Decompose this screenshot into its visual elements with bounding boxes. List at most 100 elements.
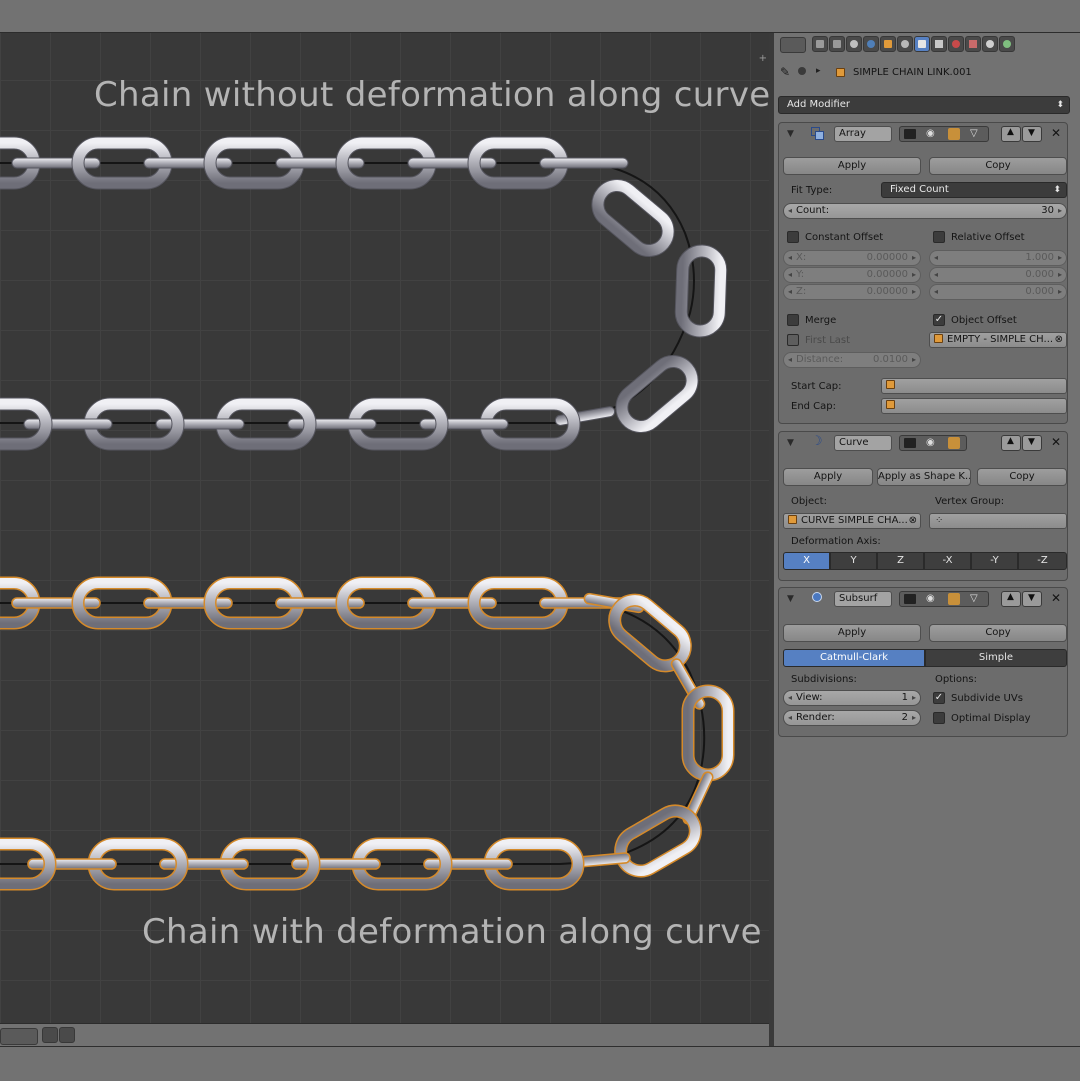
constant-offset-y[interactable]: ◂ Y: 0.00000 ▸ (783, 267, 921, 283)
material-icon[interactable] (948, 36, 964, 52)
cage-icon[interactable]: ▽ (970, 593, 978, 604)
array-copy-button[interactable]: Copy (929, 157, 1067, 175)
eye-icon[interactable]: ◉ (926, 437, 935, 448)
constant-offset-checkbox[interactable] (787, 231, 799, 243)
array-name-field[interactable]: Array (834, 126, 892, 142)
curve-copy-button[interactable]: Copy (977, 468, 1067, 486)
constant-offset-z[interactable]: ◂ Z: 0.00000 ▸ (783, 284, 921, 300)
camera-icon[interactable] (59, 1027, 75, 1043)
subdivide-uvs-checkbox[interactable]: ✓ (933, 692, 945, 704)
collapse-triangle-icon[interactable]: ▼ (787, 438, 794, 448)
axis-neg-z-button[interactable]: -Z (1018, 552, 1067, 570)
bottom-chain-link (275, 597, 365, 609)
edit-mode-icon[interactable] (948, 128, 960, 140)
render-layers-icon[interactable] (829, 36, 845, 52)
offset-object-field[interactable]: EMPTY - SIMPLE CH... ⊗ (929, 332, 1067, 348)
relative-offset-x[interactable]: ◂ 1.000 ▸ (929, 250, 1067, 266)
subsurf-apply-button[interactable]: Apply (783, 624, 921, 642)
axis-neg-x-button[interactable]: -X (924, 552, 971, 570)
subsurf-visibility-toggles: ◉ ▽ (899, 591, 989, 607)
array-apply-button[interactable]: Apply (783, 157, 921, 175)
move-down-icon[interactable]: ▼ (1022, 126, 1042, 142)
move-down-icon[interactable]: ▼ (1022, 435, 1042, 451)
modifier-icon[interactable] (914, 36, 930, 52)
view-levels-field[interactable]: ◂ View: 1 ▸ (783, 690, 921, 706)
object-icon[interactable] (880, 36, 896, 52)
collapse-triangle-icon[interactable]: ▼ (787, 129, 794, 139)
close-icon[interactable]: ✕ (1051, 591, 1061, 605)
camera-icon[interactable] (904, 438, 916, 448)
increment-icon[interactable]: ▸ (1058, 204, 1062, 218)
camera-icon[interactable] (904, 129, 916, 139)
render-levels-field[interactable]: ◂ Render: 2 ▸ (783, 710, 921, 726)
object-offset-checkbox[interactable]: ✓ (933, 314, 945, 326)
physics-icon[interactable] (999, 36, 1015, 52)
decrement-icon[interactable]: ◂ (788, 204, 792, 218)
top-chain-link (419, 418, 509, 430)
edit-mode-icon[interactable] (948, 437, 960, 449)
vertex-group-field[interactable]: ⁘ (929, 513, 1067, 529)
start-cap-field[interactable] (881, 378, 1067, 394)
camera-icon[interactable] (904, 594, 916, 604)
apply-as-shape-button[interactable]: Apply as Shape K... (877, 468, 971, 486)
pin-icon[interactable]: ✎ (780, 65, 790, 79)
eye-icon[interactable]: ◉ (926, 593, 935, 604)
editor-type-icon[interactable] (780, 37, 806, 53)
end-cap-field[interactable] (881, 398, 1067, 414)
plus-icon[interactable]: + (759, 53, 767, 64)
texture-icon[interactable] (965, 36, 981, 52)
top-chain-link (11, 157, 101, 169)
first-last-checkbox[interactable] (787, 334, 799, 346)
render-icon[interactable] (812, 36, 828, 52)
close-icon[interactable]: ✕ (1051, 126, 1061, 140)
axis-y-button[interactable]: Y (830, 552, 877, 570)
move-down-icon[interactable]: ▼ (1022, 591, 1042, 607)
particles-icon[interactable] (982, 36, 998, 52)
axis-x-button[interactable]: X (783, 552, 830, 570)
object-name: SIMPLE CHAIN LINK.001 (853, 67, 972, 78)
curve-object-field[interactable]: CURVE SIMPLE CHA... ⊗ (783, 513, 921, 529)
top-chain-link (155, 418, 245, 430)
move-up-icon[interactable]: ▲ (1001, 126, 1021, 142)
world-icon[interactable] (863, 36, 879, 52)
relative-offset-checkbox[interactable] (933, 231, 945, 243)
merge-distance-field[interactable]: ◂ Distance: 0.0100 ▸ (783, 352, 921, 368)
axis-z-button[interactable]: Z (877, 552, 924, 570)
data-icon[interactable] (931, 36, 947, 52)
constraints-icon[interactable] (897, 36, 913, 52)
simple-button[interactable]: Simple (925, 649, 1067, 667)
edit-mode-icon[interactable] (948, 593, 960, 605)
curve-name-field[interactable]: Curve (834, 435, 892, 451)
move-up-icon[interactable]: ▲ (1001, 435, 1021, 451)
axis-neg-y-button[interactable]: -Y (971, 552, 1018, 570)
viewport-mode-dropdown[interactable] (0, 1028, 38, 1045)
close-icon[interactable]: ✕ (1051, 435, 1061, 449)
chevron-updown-icon: ⬍ (1056, 100, 1064, 110)
relative-offset-y[interactable]: ◂ 0.000 ▸ (929, 267, 1067, 283)
collapse-triangle-icon[interactable]: ▼ (787, 594, 794, 604)
cage-icon[interactable]: ▽ (970, 128, 978, 139)
close-icon[interactable]: ⊗ (1055, 333, 1063, 347)
scene-icon[interactable] (846, 36, 862, 52)
constant-offset-x[interactable]: ◂ X: 0.00000 ▸ (783, 250, 921, 266)
move-up-icon[interactable]: ▲ (1001, 591, 1021, 607)
scene-icon (796, 64, 810, 78)
count-field[interactable]: ◂ Count: 30 ▸ (783, 203, 1067, 219)
curve-apply-button[interactable]: Apply (783, 468, 873, 486)
rel-y-value: 0.000 (1025, 269, 1054, 280)
subsurf-name-field[interactable]: Subsurf (834, 591, 892, 607)
relative-offset-z[interactable]: ◂ 0.000 ▸ (929, 284, 1067, 300)
add-modifier-dropdown[interactable]: Add Modifier ⬍ (778, 96, 1070, 114)
fit-type-dropdown[interactable]: Fixed Count ⬍ (881, 182, 1067, 198)
close-icon[interactable]: ⊗ (909, 514, 917, 528)
count-value: 30 (1041, 205, 1054, 216)
subsurf-copy-button[interactable]: Copy (929, 624, 1067, 642)
object-offset-label: Object Offset (951, 315, 1017, 326)
render-icon[interactable] (42, 1027, 58, 1043)
catmull-clark-button[interactable]: Catmull-Clark (783, 649, 925, 667)
3d-viewport[interactable]: Chain without deformation along curve Ch… (0, 33, 770, 1023)
deformation-axis-selector: X Y Z -X -Y -Z (783, 552, 1067, 570)
merge-checkbox[interactable] (787, 314, 799, 326)
eye-icon[interactable]: ◉ (926, 128, 935, 139)
optimal-display-checkbox[interactable] (933, 712, 945, 724)
